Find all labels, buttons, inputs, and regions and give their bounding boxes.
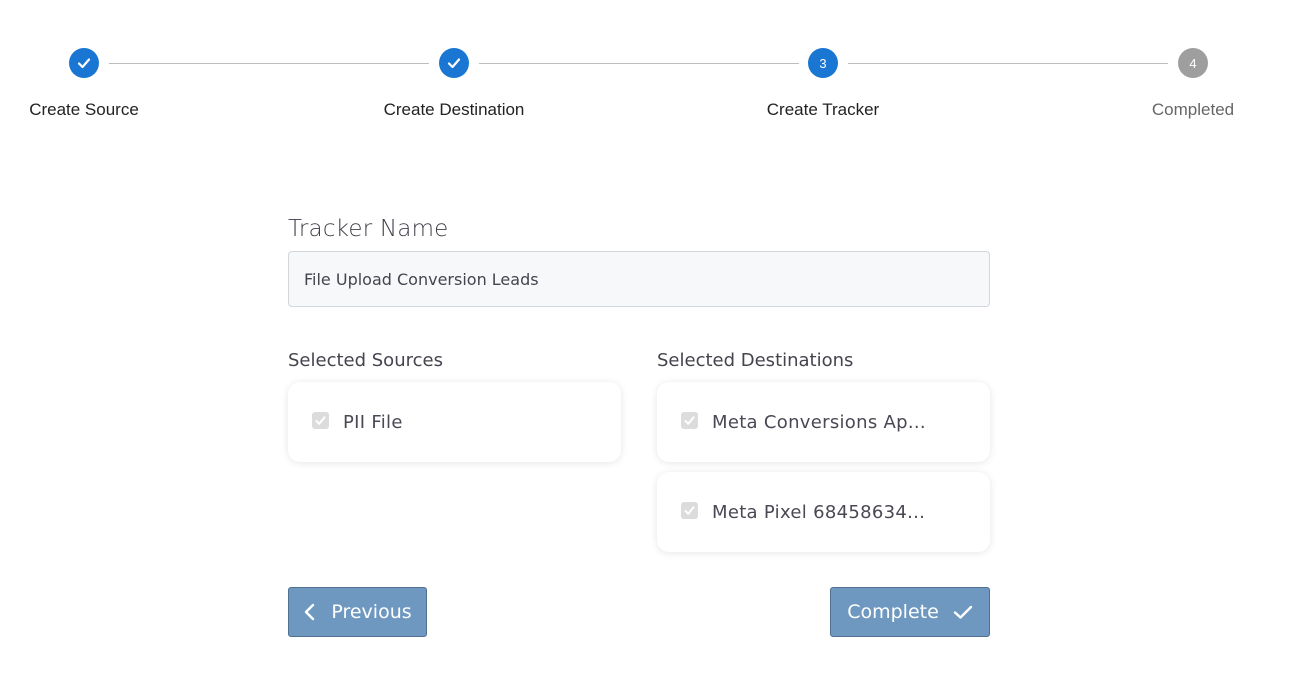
step-1-label: Create Source xyxy=(29,100,139,119)
complete-button[interactable]: Complete xyxy=(830,587,990,637)
destination-checkbox[interactable] xyxy=(681,501,698,519)
check-icon xyxy=(315,415,326,425)
step-3-label: Create Tracker xyxy=(766,100,880,119)
selected-destinations-label: Selected Destinations xyxy=(657,350,854,371)
step-connector xyxy=(479,63,799,64)
check-icon xyxy=(953,605,972,619)
step-connector xyxy=(109,63,429,64)
step-1-indicator xyxy=(69,48,99,78)
source-checkbox[interactable] xyxy=(312,411,329,429)
stepper: Create Source Create Destination 3 Creat… xyxy=(0,0,1290,140)
check-icon xyxy=(684,505,695,515)
destination-name: Meta Conversions Ap... xyxy=(712,411,926,433)
destination-checkbox[interactable] xyxy=(681,411,698,429)
step-2-indicator xyxy=(439,48,469,78)
step-4-indicator: 4 xyxy=(1178,48,1208,78)
previous-button[interactable]: Previous xyxy=(288,587,427,637)
destination-name: Meta Pixel 68458634... xyxy=(712,501,926,523)
check-icon xyxy=(684,415,695,425)
destination-card: Meta Pixel 68458634... xyxy=(657,472,990,552)
check-icon xyxy=(447,58,461,69)
source-name: PII File xyxy=(343,411,403,433)
destination-card: Meta Conversions Ap... xyxy=(657,382,990,462)
selected-sources-label: Selected Sources xyxy=(288,350,443,371)
complete-button-label: Complete xyxy=(847,601,939,623)
tracker-name-label: Tracker Name xyxy=(288,216,449,242)
chevron-left-icon xyxy=(305,603,315,621)
check-icon xyxy=(77,58,91,69)
previous-button-label: Previous xyxy=(331,601,412,623)
tracker-name-input[interactable] xyxy=(288,251,990,307)
step-3-indicator: 3 xyxy=(808,48,838,78)
source-card: PII File xyxy=(288,382,621,462)
step-2-label: Create Destination xyxy=(383,100,525,119)
step-4-label: Completed xyxy=(1151,100,1235,119)
step-connector xyxy=(848,63,1168,64)
